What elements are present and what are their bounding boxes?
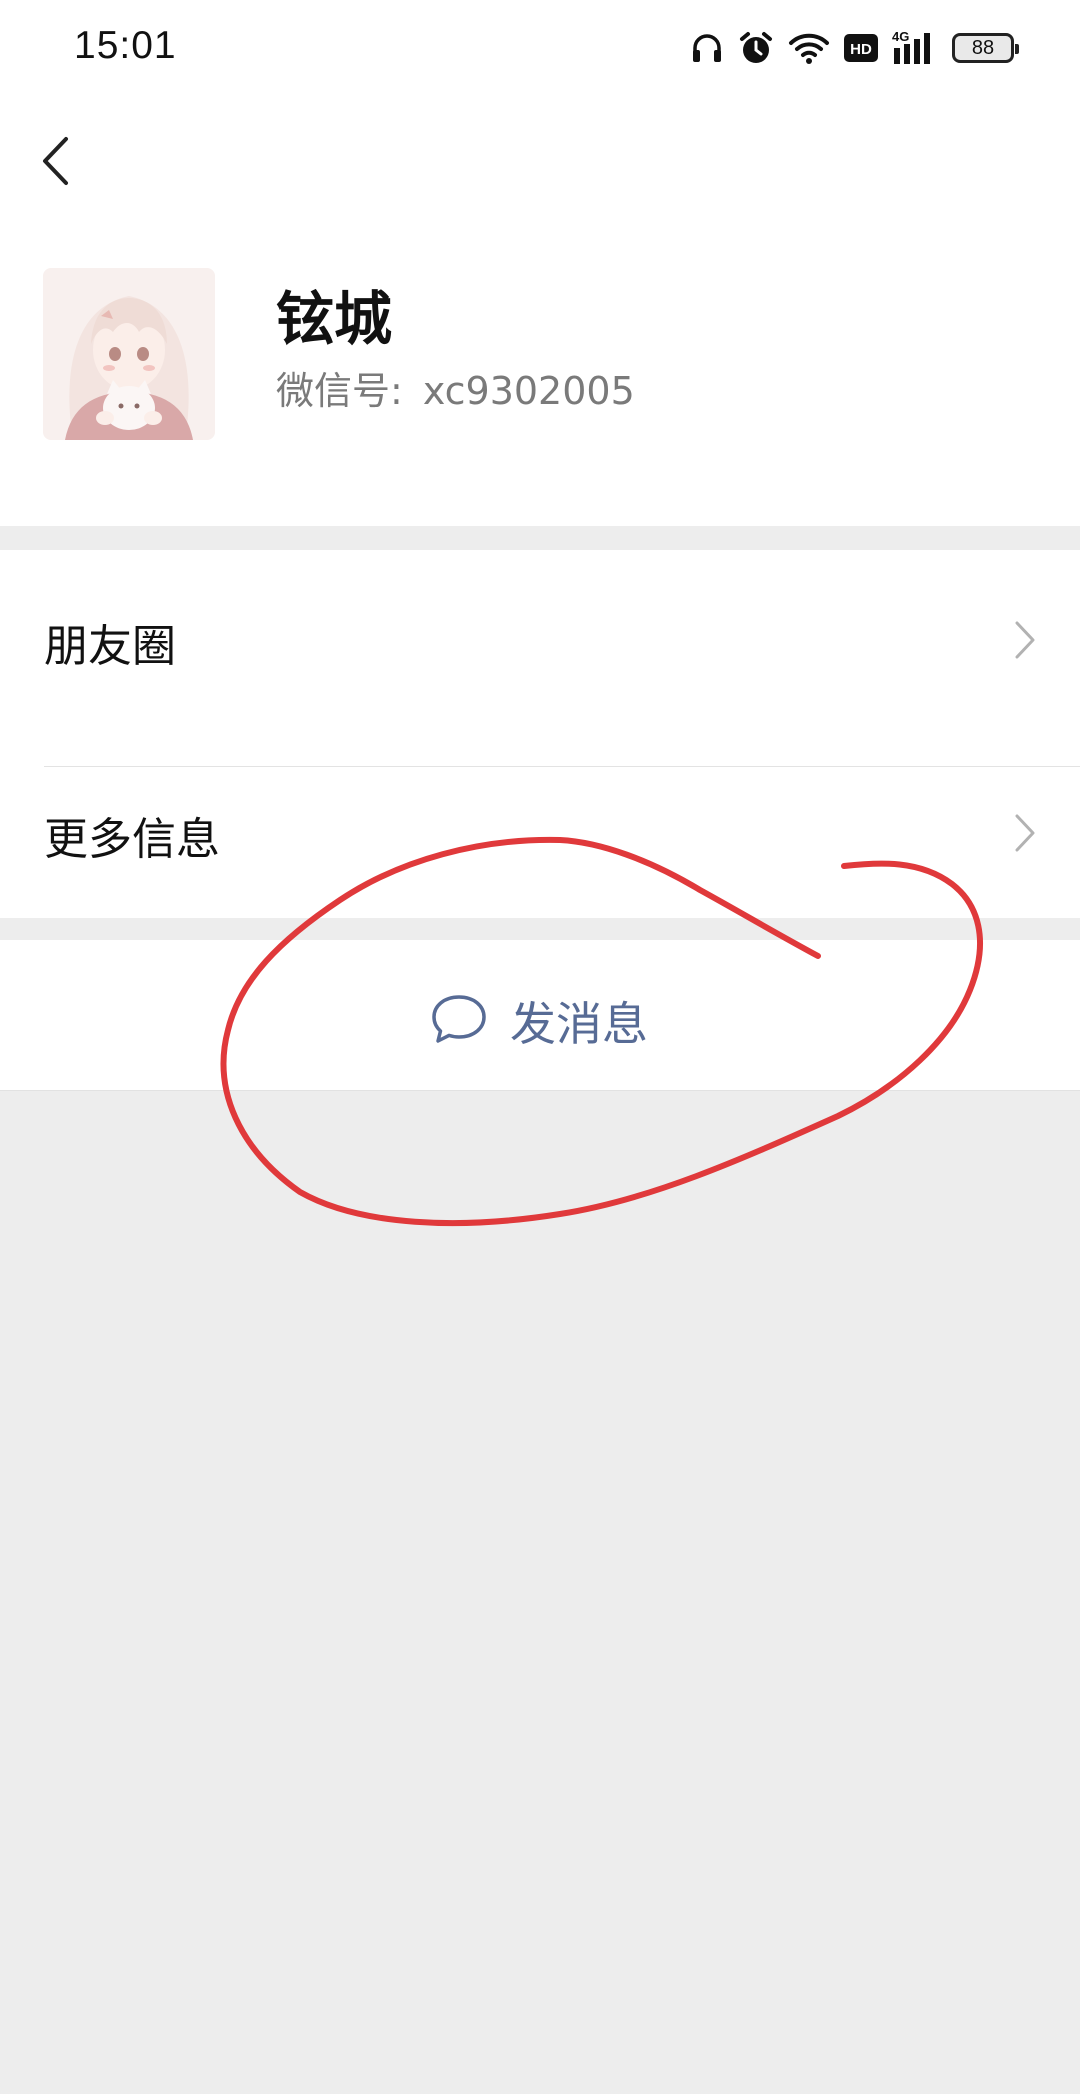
back-button[interactable] [28, 130, 82, 196]
hd-icon: HD [844, 34, 878, 62]
chevron-left-icon [40, 135, 70, 191]
wechat-id-value: xc9302005 [422, 369, 635, 413]
profile-card: 铉城 微信号: xc9302005 [0, 226, 1080, 526]
menu-item-more-info[interactable]: 更多信息 [0, 767, 1080, 918]
4g-signal-icon: 4G [892, 30, 938, 66]
battery-level: 88 [971, 36, 995, 59]
profile-name: 铉城 [276, 285, 393, 353]
send-message-content: 发消息 [430, 988, 648, 1054]
wechat-id-label: 微信号: [276, 369, 403, 413]
status-bar: 15:01 HD 4G 88 [0, 0, 1080, 96]
nav-bar [0, 96, 1080, 226]
svg-text:4G: 4G [892, 30, 909, 44]
menu-item-label: 朋友圈 [44, 621, 176, 672]
headphones-icon [690, 31, 724, 65]
send-message-button[interactable]: 发消息 [0, 940, 1080, 1091]
chevron-right-icon [1014, 813, 1036, 857]
menu-item-label: 更多信息 [44, 814, 220, 865]
status-time: 15:01 [74, 24, 177, 67]
battery-icon: 88 [952, 33, 1019, 63]
chevron-right-icon [1014, 620, 1036, 664]
wechat-id: 微信号: xc9302005 [276, 360, 635, 415]
wifi-icon [788, 31, 830, 65]
chat-bubble-icon [430, 993, 488, 1049]
svg-text:HD: HD [850, 41, 872, 58]
menu-item-moments[interactable]: 朋友圈 [0, 550, 1080, 730]
alarm-icon [738, 30, 774, 66]
avatar[interactable] [43, 268, 215, 440]
status-icons: HD 4G 88 [690, 26, 1019, 70]
send-message-label: 发消息 [510, 997, 648, 1051]
menu-group: 朋友圈 更多信息 [0, 550, 1080, 918]
